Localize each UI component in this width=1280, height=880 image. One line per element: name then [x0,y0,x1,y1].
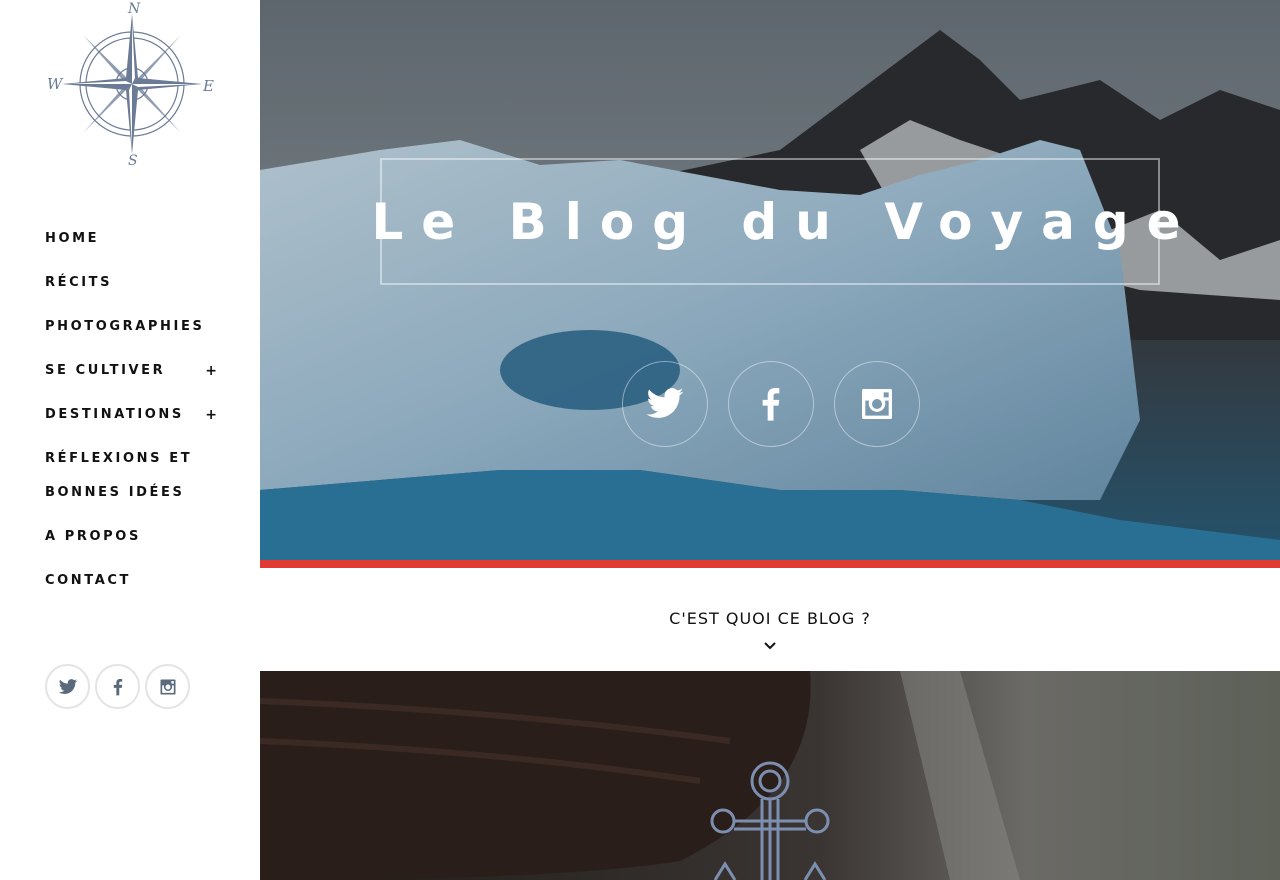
instagram-icon [862,389,892,419]
site-title-box: Le Blog du Voyage [371,158,1181,285]
twitter-button[interactable] [45,664,90,709]
instagram-button[interactable] [834,361,920,447]
nav-item-label: CONTACT [45,573,131,588]
twitter-button[interactable] [622,361,708,447]
svg-text:S: S [128,153,138,168]
hero-social-links [622,361,920,447]
accent-divider [260,560,1280,568]
nav-item-label-line1: RÉFLEXIONS ET [45,451,193,466]
sidebar: N S E W HOME RÉCITS PHOTOGRAPHIES SE CUL… [0,0,260,880]
twitter-icon [646,388,684,418]
nav-item-label: SE CULTIVER [45,363,166,378]
nav-item-label: DESTINATIONS [45,407,184,422]
compass-logo[interactable]: N S E W [44,0,216,169]
svg-text:N: N [127,1,141,17]
nav-item-contact[interactable]: CONTACT [45,564,225,608]
nav-item-recits[interactable]: RÉCITS [45,266,225,310]
main-nav: HOME RÉCITS PHOTOGRAPHIES SE CULTIVER + D… [45,222,225,608]
nav-item-reflexions[interactable]: RÉFLEXIONS ET BONNES IDÉES [45,442,225,520]
nav-item-se-cultiver[interactable]: SE CULTIVER + [45,354,225,398]
nav-item-label: PHOTOGRAPHIES [45,319,205,334]
anchor-icon [710,761,830,880]
instagram-icon [160,679,175,694]
nav-item-label: HOME [45,231,100,246]
nav-item-a-propos[interactable]: A PROPOS [45,520,225,564]
expand-icon[interactable]: + [205,398,217,432]
section-heading[interactable]: C'EST QUOI CE BLOG ? [260,609,1280,628]
instagram-button[interactable] [145,664,190,709]
about-section-header: C'EST QUOI CE BLOG ? [260,568,1280,671]
facebook-icon [113,678,122,695]
nav-item-label-line2: BONNES IDÉES [45,485,185,500]
facebook-button[interactable] [95,664,140,709]
about-section-image [260,671,1280,880]
twitter-icon [58,678,77,694]
facebook-button[interactable] [728,361,814,447]
nav-item-label: RÉCITS [45,275,113,290]
hero-banner: Le Blog du Voyage [260,0,1280,560]
svg-text:W: W [47,75,64,93]
nav-item-home[interactable]: HOME [45,222,225,266]
nav-item-label: A PROPOS [45,529,141,544]
facebook-icon [762,388,780,421]
chevron-down-icon[interactable] [763,641,777,651]
nav-item-photographies[interactable]: PHOTOGRAPHIES [45,310,225,354]
compass-rose-icon: N S E W [47,1,214,169]
svg-text:E: E [202,77,214,95]
site-title[interactable]: Le Blog du Voyage [341,193,1198,251]
nav-item-destinations[interactable]: DESTINATIONS + [45,398,225,442]
sidebar-social-links [45,664,190,709]
expand-icon[interactable]: + [205,354,217,388]
